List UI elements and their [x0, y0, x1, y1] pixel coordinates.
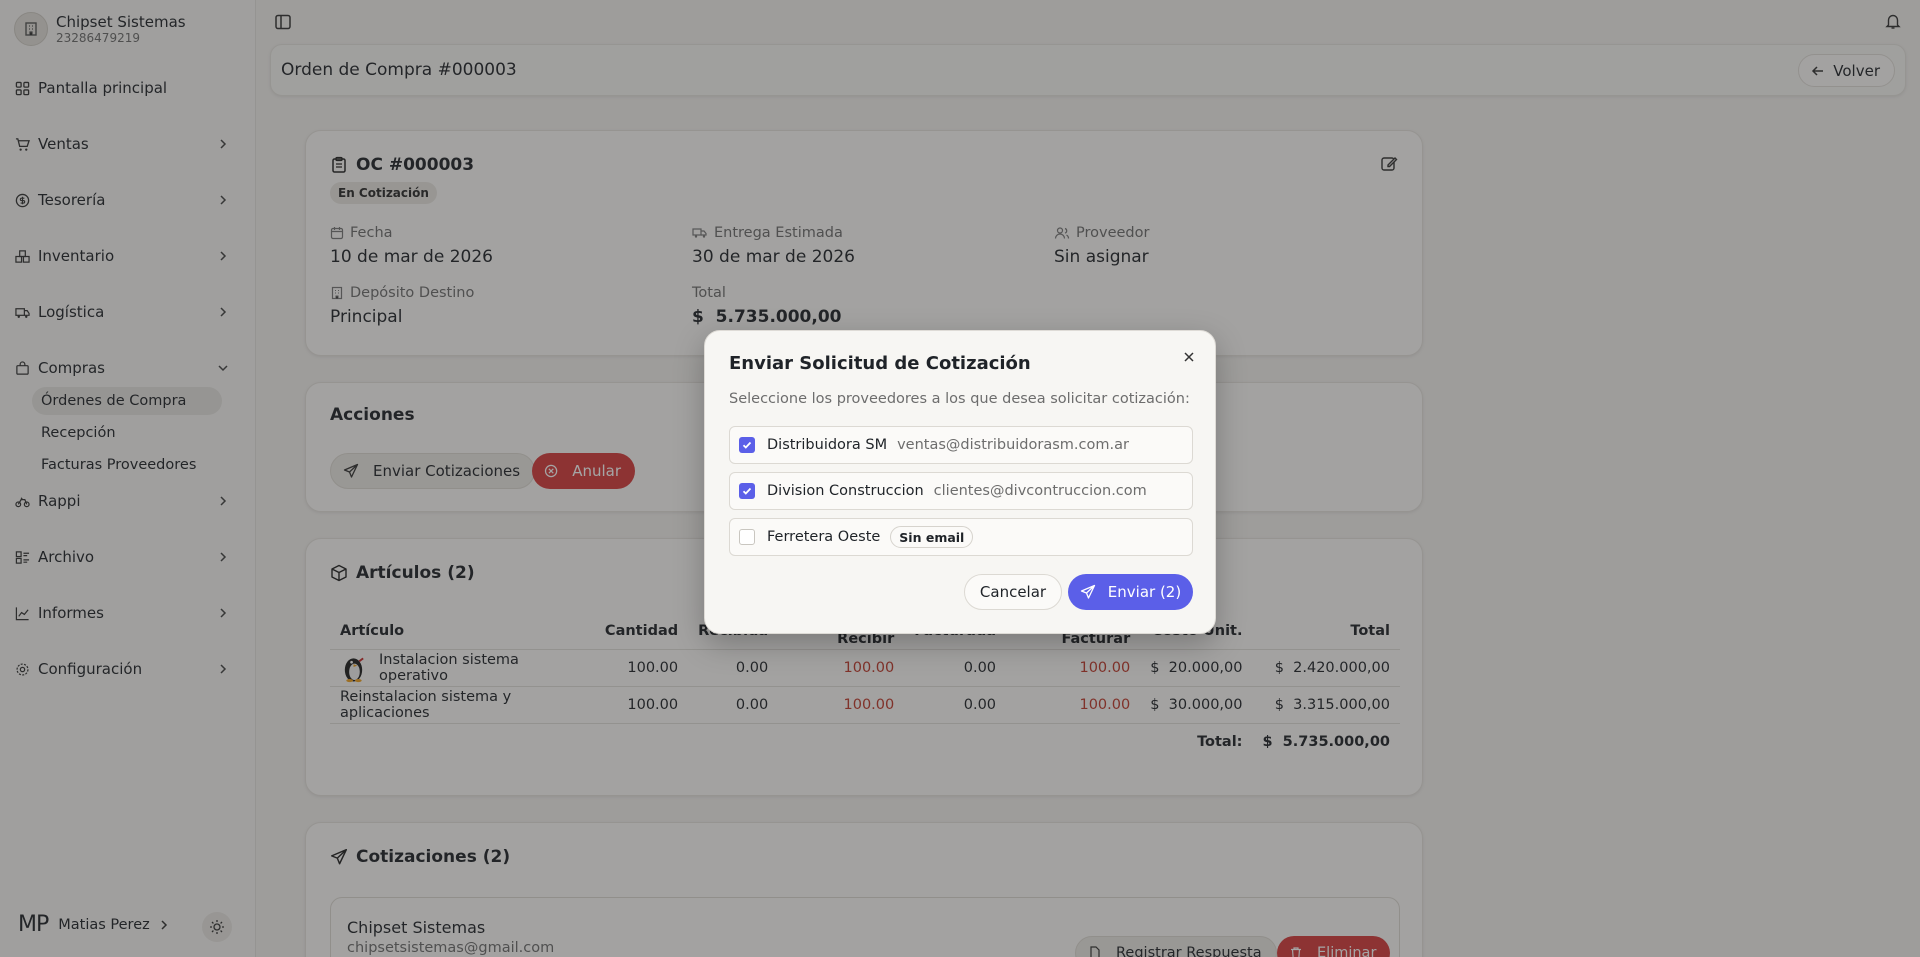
no-email-badge: Sin email — [890, 526, 974, 548]
checkbox-unchecked[interactable] — [739, 529, 755, 545]
dialog-title: Enviar Solicitud de Cotización — [729, 353, 1031, 374]
send-button[interactable]: Enviar (2) — [1068, 574, 1193, 610]
send-label: Enviar (2) — [1107, 583, 1182, 601]
provider-name: Ferretera Oeste — [767, 529, 881, 545]
dialog-description: Seleccione los proveedores a los que des… — [729, 391, 1190, 407]
provider-email: ventas@distribuidorasm.com.ar — [897, 437, 1129, 453]
cancel-button[interactable]: Cancelar — [964, 574, 1062, 610]
provider-name: Division Construccion — [767, 483, 924, 499]
quote-request-dialog: Enviar Solicitud de Cotización Seleccion… — [704, 330, 1216, 634]
send-icon — [1080, 584, 1095, 599]
provider-option-distribuidora-sm[interactable]: Distribuidora SM ventas@distribuidorasm.… — [729, 426, 1193, 464]
checkbox-checked[interactable] — [739, 437, 755, 453]
check-icon — [742, 487, 752, 495]
provider-email: clientes@divcontruccion.com — [933, 483, 1147, 499]
checkbox-checked[interactable] — [739, 483, 755, 499]
close-icon[interactable] — [1181, 349, 1197, 365]
provider-name: Distribuidora SM — [767, 437, 888, 453]
provider-option-ferretera-oeste[interactable]: Ferretera Oeste Sin email — [729, 518, 1193, 556]
provider-option-division-construccion[interactable]: Division Construccion clientes@divcontru… — [729, 472, 1193, 510]
check-icon — [742, 441, 752, 449]
